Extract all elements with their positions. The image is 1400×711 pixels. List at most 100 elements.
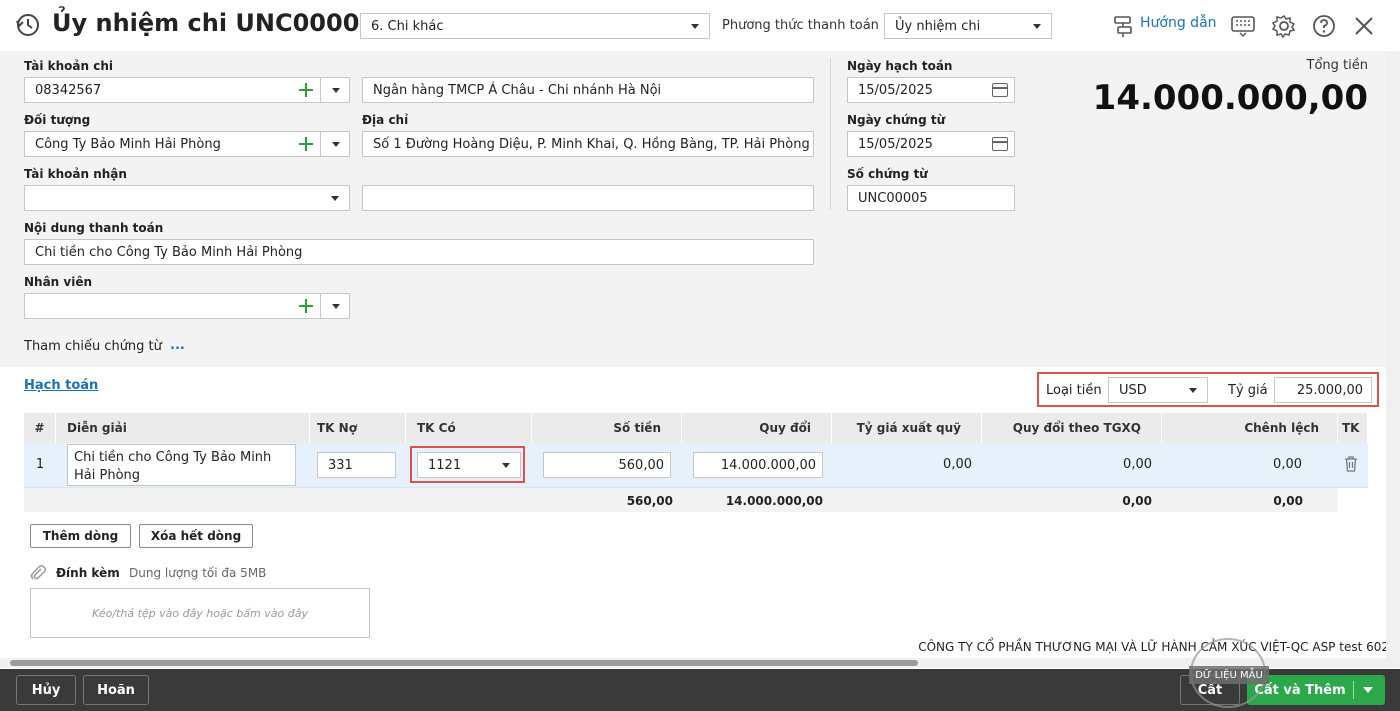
doc-no-label: Số chứng từ [847,167,928,181]
company-name: CÔNG TY CỔ PHẦN THƯƠNG MẠI VÀ LỮ HÀNH CẢ… [918,640,1389,654]
sample-data-label: DỮ LIỆU MẪU [1189,666,1269,684]
col-converted-out: Quy đổi theo TGXQ [982,413,1162,443]
posting-date-label: Ngày hạch toán [847,59,953,73]
grid-header: # Diễn giải TK Nợ TK Có Số tiền Quy đổi … [24,413,1368,443]
col-desc: Diễn giải [56,413,310,443]
doc-date-field[interactable]: 15/05/2025 [847,131,1015,157]
add-row-button[interactable]: Thêm dòng [30,524,131,548]
address-value: Số 1 Đường Hoàng Diệu, P. Minh Khai, Q. … [373,136,810,152]
guide-icon[interactable] [1112,14,1134,38]
col-diff: Chênh lệch [1162,413,1338,443]
doc-date-label: Ngày chứng từ [847,113,946,127]
employee-field[interactable] [24,293,350,319]
chevron-down-icon[interactable] [320,132,349,156]
row-amount-value: 560,00 [618,457,665,473]
voucher-type-value: 6. Chi khác [371,18,444,34]
paperclip-icon [30,565,46,580]
chevron-down-icon[interactable] [320,78,349,102]
chevron-down-icon [1189,388,1197,393]
content-label: Nội dung thanh toán [24,221,164,235]
rate-label: Tỷ giá [1228,383,1268,398]
payment-method-select[interactable]: Ủy nhiệm chi [884,13,1052,39]
row-diff: 0,00 [1273,457,1302,472]
row-debit-value: 331 [328,457,353,473]
rate-field[interactable]: 25.000,00 [1274,377,1372,403]
divider [1353,681,1354,699]
cancel-button[interactable]: Hủy [16,675,76,705]
account-pay-value: 08342567 [35,82,102,98]
gear-icon[interactable] [1272,14,1296,38]
clear-rows-button[interactable]: Xóa hết dòng [139,524,253,548]
col-amount: Số tiền [532,413,682,443]
row-out-rate: 0,00 [943,457,972,472]
vertical-scrollbar[interactable] [1386,51,1400,658]
doc-no-value: UNC00005 [858,190,928,206]
col-converted: Quy đổi [682,413,832,443]
add-icon[interactable] [298,298,314,314]
doc-no-field[interactable]: UNC00005 [847,185,1015,211]
row-amount-input[interactable]: 560,00 [543,452,671,478]
chevron-down-icon[interactable] [320,186,349,210]
row-converted-input[interactable]: 14.000.000,00 [693,452,823,478]
posting-date-field[interactable]: 15/05/2025 [847,77,1015,103]
rate-value: 25.000,00 [1296,382,1363,398]
employee-label: Nhân viên [24,275,93,289]
col-credit: TK Có [406,413,532,443]
total-label: Tổng tiền [1306,58,1368,73]
attachment-dropzone[interactable]: Kéo/thả tệp vào đây hoặc bấm vào đây [30,588,370,638]
history-icon[interactable] [15,12,41,38]
currency-label: Loại tiền [1046,383,1102,398]
address-field[interactable]: Số 1 Đường Hoàng Diệu, P. Minh Khai, Q. … [362,131,814,157]
voucher-type-select[interactable]: 6. Chi khác [360,13,710,39]
attachment-limit: Dung lượng tối đa 5MB [129,566,267,580]
total-converted-out-sum: 0,00 [1122,494,1152,508]
total-converted-sum: 14.000.000,00 [725,494,823,508]
content-field[interactable]: Chi tiền cho Công Ty Bảo Minh Hải Phòng [24,239,814,265]
account-pay-label: Tài khoản chi [24,59,113,73]
row-debit-input[interactable]: 331 [317,452,396,478]
posting-date-value: 15/05/2025 [858,82,933,98]
currency-select[interactable]: USD [1108,377,1208,403]
scrollbar-thumb[interactable] [10,660,918,666]
totals-row: 560,00 14.000.000,00 0,00 0,00 [24,488,1338,512]
partner-field[interactable]: Công Ty Bảo Minh Hải Phòng [24,131,350,157]
payment-method-label: Phương thức thanh toán [722,18,879,33]
undo-button[interactable]: Hoãn [83,675,149,705]
bank-name-value: Ngân hàng TMCP Á Châu - Chi nhánh Hà Nội [373,82,662,98]
col-no: # [24,413,56,443]
tab-accounting[interactable]: Hạch toán [24,378,98,393]
account-pay-field[interactable]: 08342567 [24,77,350,103]
keyboard-icon[interactable] [1231,15,1255,37]
col-debit: TK Nợ [310,413,406,443]
row-converted-value: 14.000.000,00 [720,457,816,473]
account-receive-field[interactable] [24,185,350,211]
currency-value: USD [1119,382,1147,398]
help-link[interactable]: Hướng dẫn [1140,15,1217,31]
col-out-rate: Tỷ giá xuất quỹ [832,413,982,443]
chevron-down-icon [691,24,699,29]
bank-name-field[interactable]: Ngân hàng TMCP Á Châu - Chi nhánh Hà Nội [362,77,814,103]
total-diff-sum: 0,00 [1273,494,1303,508]
attachment-label: Đính kèm [56,566,120,580]
divider [830,58,831,210]
chevron-down-icon [1033,24,1041,29]
chevron-down-icon[interactable] [1363,687,1373,693]
row-desc-input[interactable]: Chi tiền cho Công Ty Bảo Minh Hải Phòng [67,444,296,486]
add-icon[interactable] [298,82,314,98]
credit-highlight [410,446,525,483]
row-no: 1 [35,457,45,472]
account-receive-bank-field[interactable] [362,185,814,211]
trash-icon[interactable] [1343,455,1359,473]
table-row[interactable]: 1 Chi tiền cho Công Ty Bảo Minh Hải Phòn… [24,443,1368,488]
close-icon[interactable] [1354,16,1374,36]
reference-more-button[interactable]: ... [170,338,185,353]
calendar-icon[interactable] [992,83,1008,97]
col-tk: TK [1338,413,1368,443]
chevron-down-icon[interactable] [320,294,349,318]
total-amount: 14.000.000,00 [1092,78,1368,118]
calendar-icon[interactable] [992,137,1008,151]
help-icon[interactable] [1312,14,1336,38]
partner-value: Công Ty Bảo Minh Hải Phòng [35,136,221,152]
add-icon[interactable] [298,136,314,152]
total-amount-sum: 560,00 [626,494,673,508]
